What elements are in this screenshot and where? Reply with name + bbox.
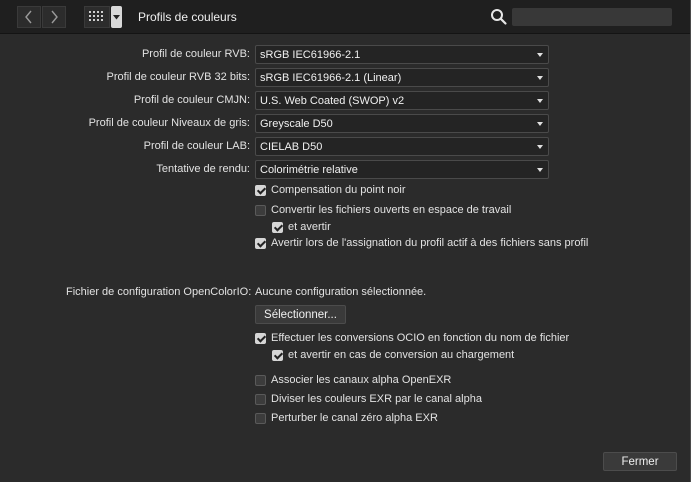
rgb32-profile-row: Profil de couleur RVB 32 bits: sRGB IEC6… [0,68,691,88]
grey-profile-row: Profil de couleur Niveaux de gris: Greys… [0,114,691,134]
warn-assign-profile-label: Avertir lors de l'assignation du profil … [271,237,589,249]
ocio-warn-label: et avertir en cas de conversion au charg… [288,349,515,361]
warn-convert-checkbox[interactable]: et avertir [272,219,331,235]
black-point-checkbox[interactable]: Compensation du point noir [255,182,406,198]
search-input[interactable] [512,8,672,26]
select-config-button[interactable]: Sélectionner... [255,305,346,324]
grid-view-button[interactable] [84,6,110,28]
checkbox[interactable] [255,332,266,344]
checkbox[interactable] [255,374,266,386]
checkbox[interactable] [255,412,266,424]
grid-view-dropdown[interactable] [111,6,122,28]
convert-working-space-label: Convertir les fichiers ouverts en espace… [271,204,512,216]
rgb32-profile-value: sRGB IEC61966-2.1 (Linear) [260,72,402,84]
rendering-intent-label: Tentative de rendu: [156,163,250,175]
rgb-profile-row: Profil de couleur RVB: sRGB IEC61966-2.1 [0,45,691,65]
window-title: Profils de couleurs [138,10,237,24]
rendering-intent-select[interactable]: Colorimétrie relative [255,160,549,179]
exr-divide-alpha-label: Diviser les couleurs EXR par le canal al… [271,393,482,405]
back-button[interactable] [17,6,41,28]
grey-profile-label: Profil de couleur Niveaux de gris: [88,117,250,129]
close-button[interactable]: Fermer [603,452,677,471]
ocio-config-value: Aucune configuration sélectionnée. [255,286,427,298]
exr-associate-alpha-checkbox[interactable]: Associer les canaux alpha OpenEXR [255,372,451,388]
chevron-down-icon [113,14,120,19]
dropdown-arrow-icon [537,76,543,80]
search-icon[interactable] [490,8,508,26]
lab-profile-value: CIELAB D50 [260,141,323,153]
dropdown-arrow-icon [537,99,543,103]
grid-icon [89,11,103,21]
ocio-config-label: Fichier de configuration OpenColorIO: [66,286,252,298]
rgb32-profile-label: Profil de couleur RVB 32 bits: [106,71,250,83]
checkbox[interactable] [255,393,266,405]
checkbox[interactable] [255,237,266,249]
cmyk-profile-row: Profil de couleur CMJN: U.S. Web Coated … [0,91,691,111]
warn-convert-label: et avertir [288,221,331,233]
dropdown-arrow-icon [537,168,543,172]
chevron-left-icon [25,10,32,24]
exr-zero-alpha-label: Perturber le canal zéro alpha EXR [271,412,438,424]
warn-assign-profile-checkbox[interactable]: Avertir lors de l'assignation du profil … [255,235,588,251]
black-point-label: Compensation du point noir [271,184,406,196]
rendering-intent-row: Tentative de rendu: Colorimétrie relativ… [0,160,691,180]
chevron-right-icon [51,10,58,24]
forward-button[interactable] [42,6,66,28]
lab-profile-row: Profil de couleur LAB: CIELAB D50 [0,137,691,157]
lab-profile-label: Profil de couleur LAB: [143,140,250,152]
dropdown-arrow-icon [537,122,543,126]
rgb32-profile-select[interactable]: sRGB IEC61966-2.1 (Linear) [255,68,549,87]
ocio-filename-label: Effectuer les conversions OCIO en foncti… [271,332,570,344]
checkbox[interactable] [272,221,283,233]
checkbox[interactable] [272,349,283,361]
convert-working-space-checkbox[interactable]: Convertir les fichiers ouverts en espace… [255,202,511,218]
cmyk-profile-value: U.S. Web Coated (SWOP) v2 [260,95,405,107]
exr-associate-alpha-label: Associer les canaux alpha OpenEXR [271,374,452,386]
cmyk-profile-label: Profil de couleur CMJN: [133,94,250,106]
ocio-warn-checkbox[interactable]: et avertir en cas de conversion au charg… [272,347,514,363]
title-bar: Profils de couleurs [0,0,691,34]
rgb-profile-value: sRGB IEC61966-2.1 [260,49,361,61]
rendering-intent-value: Colorimétrie relative [260,164,358,176]
grey-profile-value: Greyscale D50 [260,118,333,130]
exr-divide-alpha-checkbox[interactable]: Diviser les couleurs EXR par le canal al… [255,391,482,407]
dropdown-arrow-icon [537,53,543,57]
checkbox[interactable] [255,204,266,216]
rgb-profile-select[interactable]: sRGB IEC61966-2.1 [255,45,549,64]
lab-profile-select[interactable]: CIELAB D50 [255,137,549,156]
exr-zero-alpha-checkbox[interactable]: Perturber le canal zéro alpha EXR [255,410,438,426]
rgb-profile-label: Profil de couleur RVB: [141,48,250,60]
grey-profile-select[interactable]: Greyscale D50 [255,114,549,133]
cmyk-profile-select[interactable]: U.S. Web Coated (SWOP) v2 [255,91,549,110]
dropdown-arrow-icon [537,145,543,149]
ocio-filename-checkbox[interactable]: Effectuer les conversions OCIO en foncti… [255,330,569,346]
checkbox[interactable] [255,184,266,196]
